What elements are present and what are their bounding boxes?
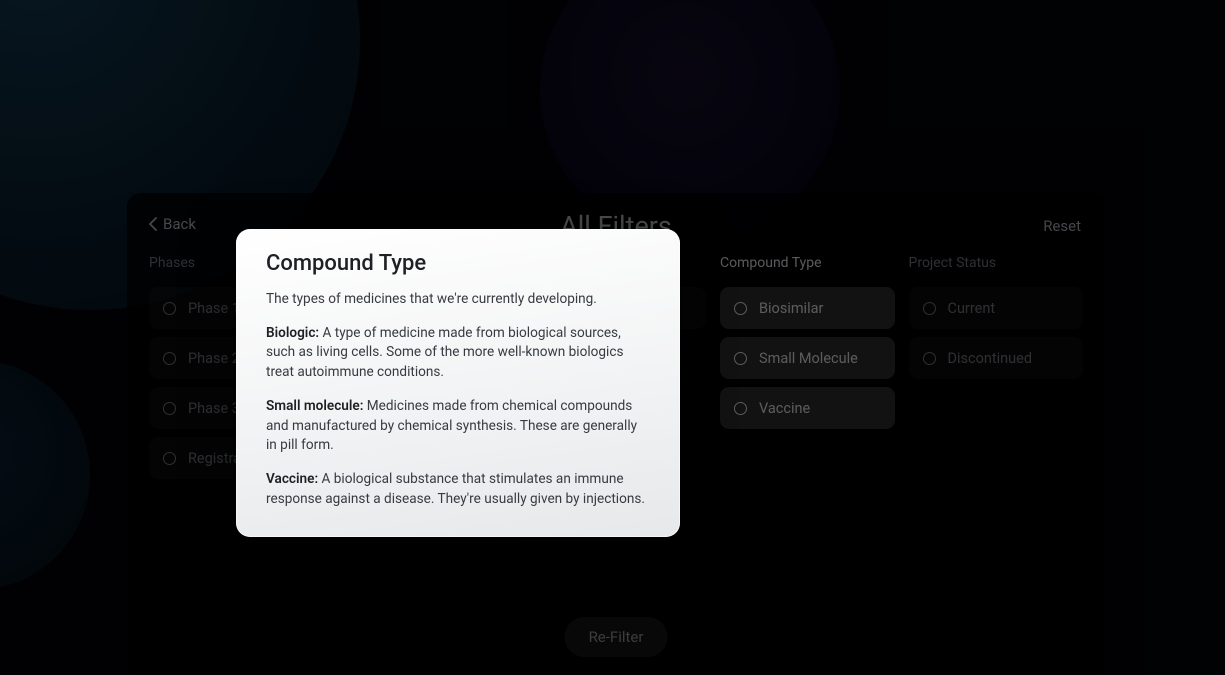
- definition-term: Small molecule:: [266, 398, 363, 414]
- definition: Biologic: A type of medicine made from b…: [266, 324, 650, 383]
- popover-definitions: Biologic: A type of medicine made from b…: [266, 324, 650, 510]
- definition: Small molecule: Medicines made from chem…: [266, 397, 650, 456]
- definition: Vaccine: A biological substance that sti…: [266, 470, 650, 509]
- definition-term: Vaccine:: [266, 471, 318, 487]
- compound-type-popover: Compound Type The types of medicines tha…: [236, 229, 680, 537]
- definition-term: Biologic:: [266, 325, 319, 341]
- popover-title: Compound Type: [266, 251, 650, 276]
- popover-intro: The types of medicines that we're curren…: [266, 290, 650, 310]
